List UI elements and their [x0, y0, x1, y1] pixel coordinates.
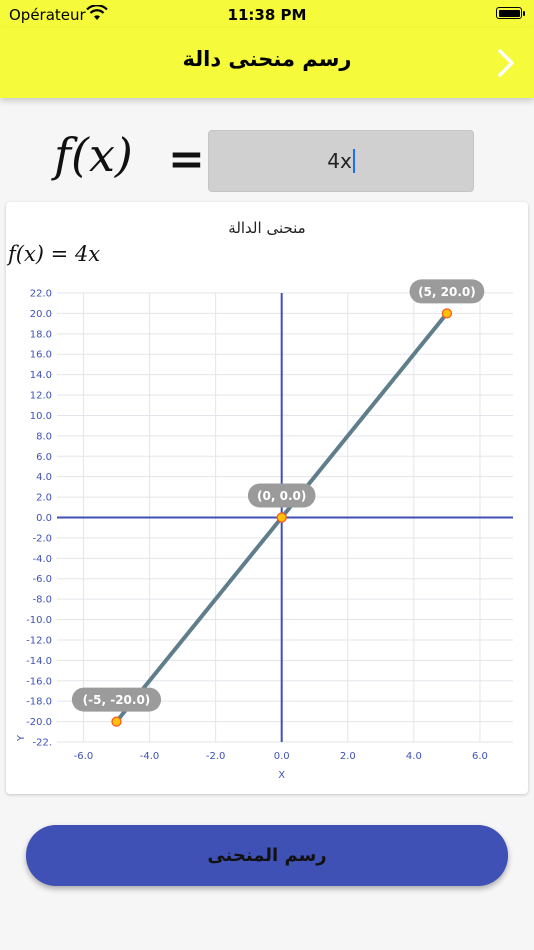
data-point — [276, 512, 287, 523]
y-tick-label: 4.0 — [36, 472, 52, 483]
x-tick-label: 6.0 — [472, 751, 488, 762]
y-tick-label: 18.0 — [30, 329, 52, 340]
y-tick-label: 22.0 — [30, 289, 52, 300]
x-tick-label: -4.0 — [140, 751, 160, 762]
x-tick-label: 4.0 — [406, 751, 422, 762]
point-label: (0, 0.0) — [257, 489, 306, 503]
y-tick-label: -2.0 — [32, 533, 52, 544]
y-tick-label: -14.0 — [26, 656, 52, 667]
y-tick-label: 20.0 — [30, 309, 52, 320]
y-tick-label: 0.0 — [36, 513, 52, 524]
draw-curve-button-label: رسم المنحنى — [207, 845, 327, 866]
point-label: (5, 20.0) — [418, 285, 476, 299]
x-tick-label: -2.0 — [206, 751, 226, 762]
y-tick-label: -20.0 — [26, 717, 52, 728]
y-tick-label: -8.0 — [32, 595, 52, 606]
data-point — [111, 716, 122, 727]
y-tick-label: 6.0 — [36, 452, 52, 463]
point-label: (-5, -20.0) — [83, 693, 151, 707]
y-tick-label: -12.0 — [26, 635, 52, 646]
y-tick-label: -22. — [32, 738, 52, 749]
data-point — [441, 308, 453, 319]
y-axis-title: Y — [16, 734, 27, 742]
y-tick-label: 2.0 — [36, 493, 52, 504]
y-tick-label: 8.0 — [36, 431, 52, 442]
x-tick-label: 2.0 — [340, 751, 356, 762]
function-chart: 22.0 20.0 18.0 16.0 14.0 12.0 10.0 8.0 6.0 4.0 2.0… — [16, 279, 513, 781]
draw-curve-button[interactable]: رسم المنحنى — [26, 825, 508, 886]
y-tick-label: -16.0 — [26, 676, 52, 687]
y-tick-label: 16.0 — [30, 350, 52, 361]
y-tick-label: -10.0 — [26, 615, 52, 626]
y-tick-label: 14.0 — [30, 370, 52, 381]
x-tick-label: -6.0 — [74, 751, 94, 762]
y-tick-label: -4.0 — [32, 554, 52, 565]
y-tick-label: 12.0 — [30, 391, 52, 402]
y-tick-label: 10.0 — [30, 411, 52, 422]
x-tick-label: 0.0 — [274, 751, 290, 762]
y-tick-label: -18.0 — [26, 697, 52, 708]
y-tick-label: -6.0 — [32, 574, 52, 585]
x-axis-title: X — [278, 770, 285, 781]
